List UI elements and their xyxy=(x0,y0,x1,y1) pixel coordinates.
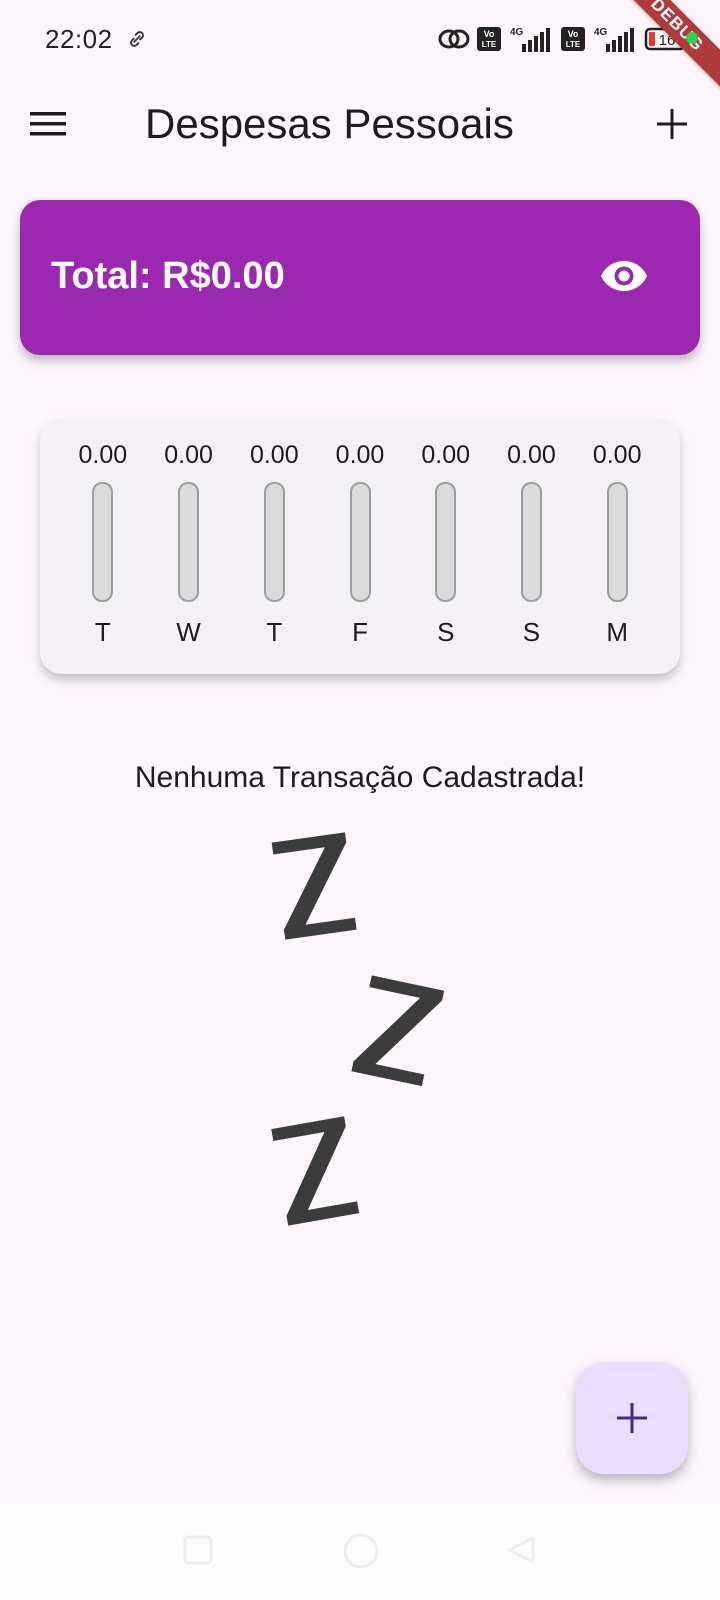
plus-icon xyxy=(617,1403,647,1433)
back-icon[interactable] xyxy=(505,1534,537,1566)
recents-icon[interactable] xyxy=(182,1534,214,1566)
sleeping-zzz-icon xyxy=(271,832,445,1226)
add-fab-button[interactable] xyxy=(576,1362,688,1474)
app-screen: 22:02 Vo LTE 4G Vo LTE 4G 16 DEBUG Despe… xyxy=(0,0,720,1600)
system-nav-bar xyxy=(0,1504,720,1600)
home-icon[interactable] xyxy=(342,1532,380,1570)
